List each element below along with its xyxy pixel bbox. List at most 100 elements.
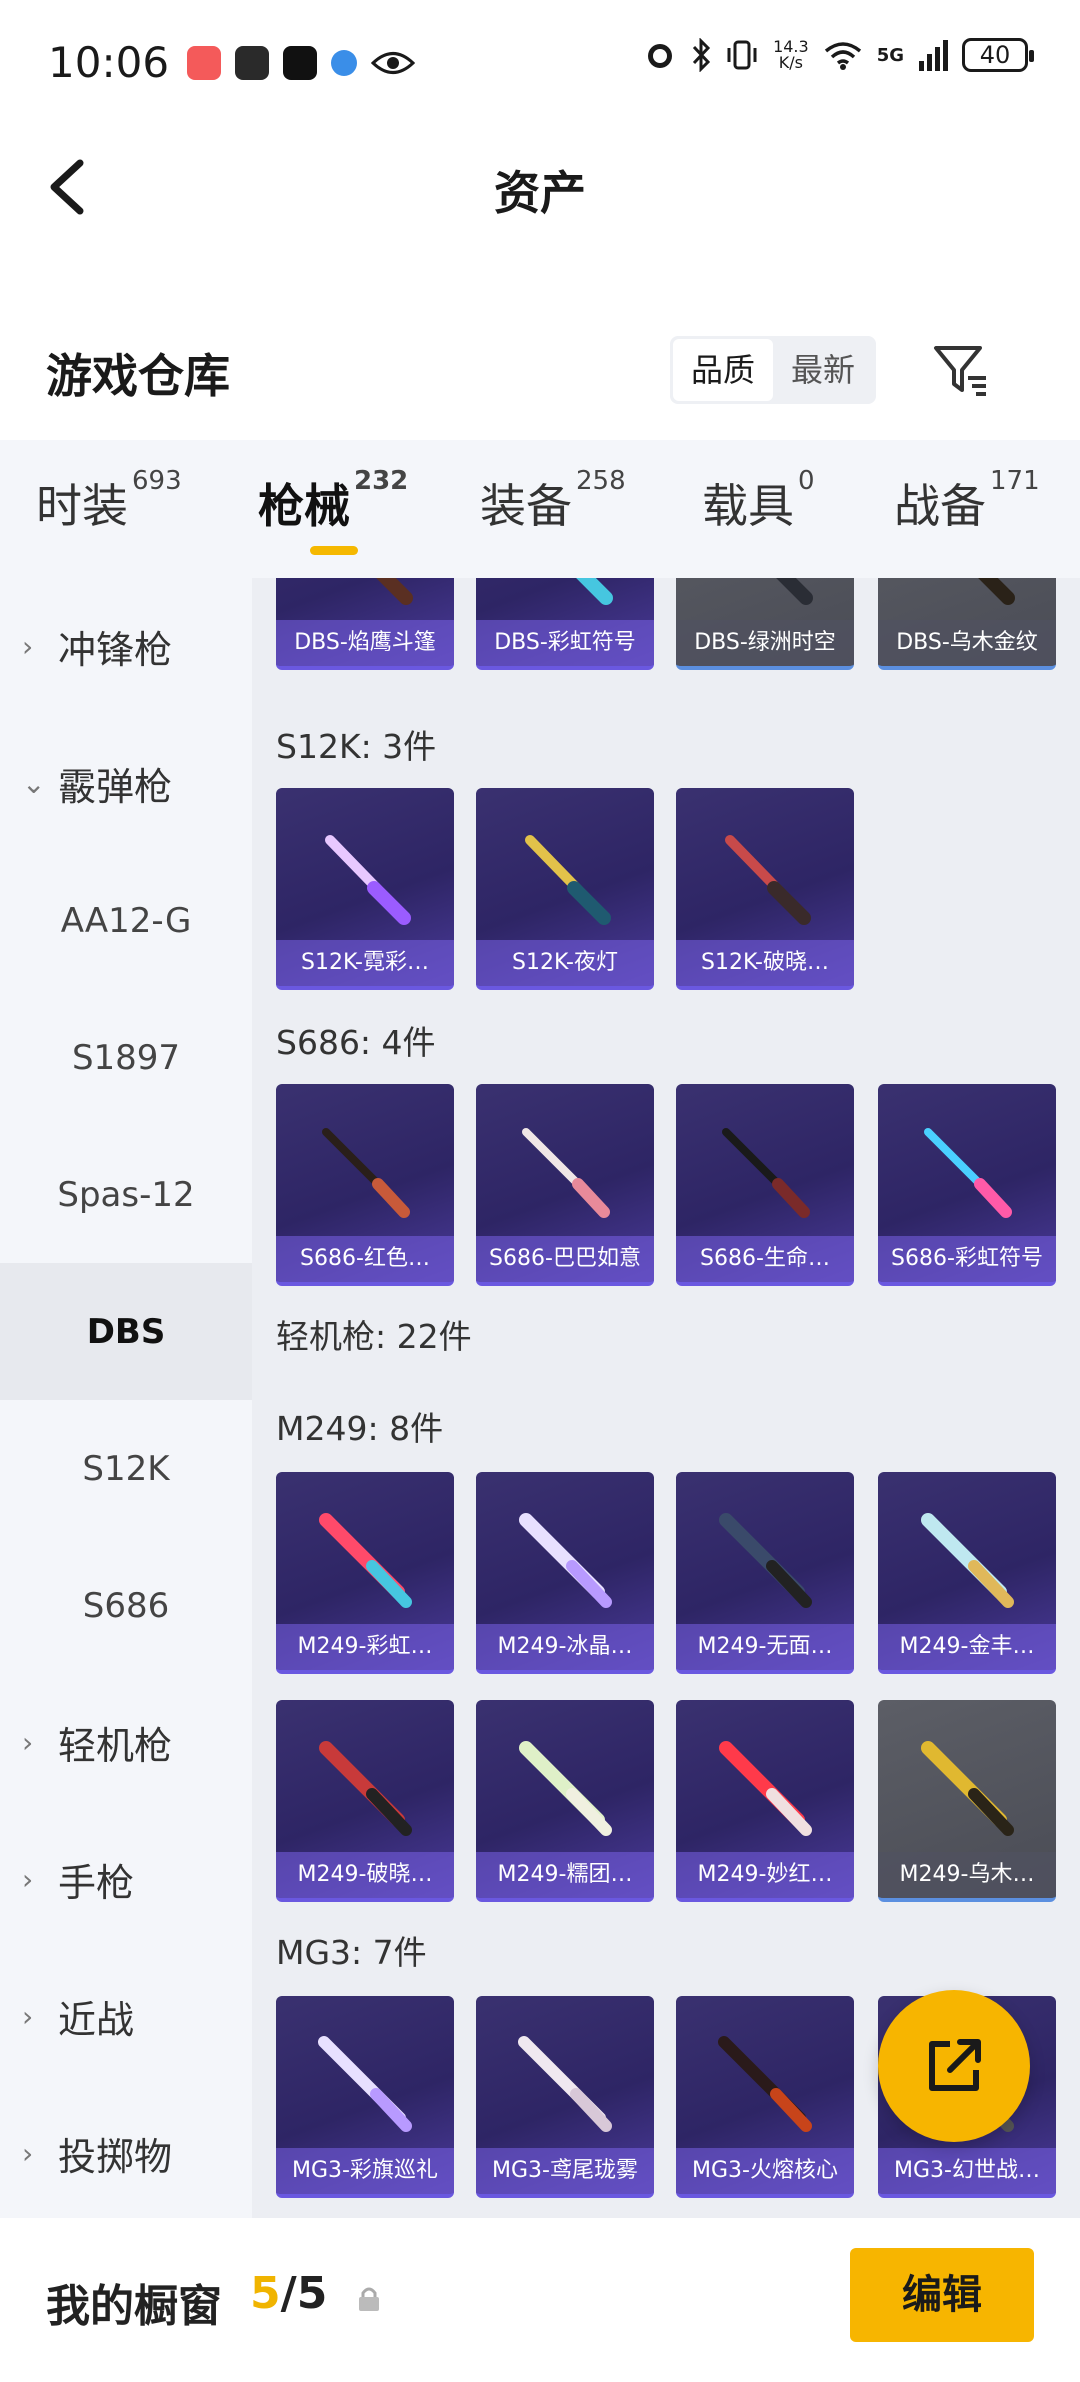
sidebar-item-smg[interactable]: › 冲锋枪 [0,578,252,715]
repo-row: 游戏仓库 品质 最新 [0,318,1080,438]
alarm-icon [648,44,673,68]
net-speed: 14.3 K/s [773,37,809,72]
status-bar: 10:06 14.3 K/s 5G 40 [0,0,1080,125]
item-card[interactable]: M249-冰晶… [476,1472,654,1674]
external-link-icon [929,2039,981,2091]
tab-vehicles[interactable]: 载具 0 [702,466,815,536]
gun-icon [319,1513,412,1608]
sidebar-item-s1897[interactable]: S1897 [0,989,252,1126]
sidebar-item-pistol[interactable]: › 手枪 [0,1811,252,1948]
chevron-right-icon: › [22,2137,34,2170]
battery-indicator: 40 [962,38,1034,72]
tab-guns[interactable]: 枪械 232 [258,466,408,536]
item-card[interactable]: M249-乌木… [878,1700,1056,1902]
item-name: DBS-焰鹰斗篷 [276,620,454,666]
item-card[interactable]: M249-糯团… [476,1700,654,1902]
item-grid: DBS-焰鹰斗篷 DBS-彩虹符号 DBS-绿洲时空 DBS-乌木金纹 S12K… [252,578,1080,2218]
item-name: M249-无面… [676,1624,854,1670]
gun-icon [725,835,811,925]
sidebar-item-aa12g[interactable]: AA12-G [0,852,252,989]
item-name: S12K-霓彩… [276,940,454,986]
sidebar-item-s12k[interactable]: S12K [0,1400,252,1537]
sort-newest-button[interactable]: 最新 [773,339,873,401]
sidebar-item-lmg[interactable]: › 轻机枪 [0,1674,252,1811]
group-label-m249: M249: 8件 [276,1409,444,1448]
item-card[interactable]: MG3-火熔核心 [676,1996,854,2198]
chevron-right-icon: › [22,2000,34,2033]
item-card[interactable]: S12K-霓彩… [276,788,454,990]
item-name: S12K-夜灯 [476,940,654,986]
chevron-down-icon: ⌄ [22,767,46,800]
share-button[interactable] [878,1990,1030,2142]
tab-fashion[interactable]: 时装 693 [36,466,182,536]
sidebar-item-dbs[interactable]: DBS [0,1263,252,1400]
item-card[interactable]: MG3-鸢尾珑雾 [476,1996,654,2198]
gun-icon [318,2036,412,2132]
item-card[interactable]: S12K-夜灯 [476,788,654,990]
gun-icon [519,1513,612,1608]
item-name: S686-生命… [676,1236,854,1282]
item-card[interactable]: S12K-破晓… [676,788,854,990]
filter-icon[interactable] [930,340,990,400]
status-time: 10:06 [48,38,170,87]
item-name: S12K-破晓… [676,940,854,986]
item-card[interactable]: M249-妙红… [676,1700,854,1902]
item-card[interactable]: DBS-彩虹符号 [476,578,654,670]
sidebar-item-spas12[interactable]: Spas-12 [0,1126,252,1263]
item-card[interactable]: M249-无面… [676,1472,854,1674]
tab-equipment[interactable]: 装备 258 [480,466,626,536]
item-name: DBS-彩虹符号 [476,620,654,666]
sidebar-item-melee[interactable]: › 近战 [0,1948,252,2085]
item-card[interactable]: S686-巴巴如意 [476,1084,654,1286]
gun-icon [921,1513,1014,1608]
item-name: MG3-彩旗巡礼 [276,2148,454,2194]
item-name: M249-乌木… [878,1852,1056,1898]
item-card[interactable]: S686-红色… [276,1084,454,1286]
item-card[interactable]: DBS-焰鹰斗篷 [276,578,454,670]
item-name: S686-彩虹符号 [878,1236,1056,1282]
item-card[interactable]: S686-彩虹符号 [878,1084,1056,1286]
vibrate-icon [727,40,757,70]
item-card[interactable]: M249-金丰… [878,1472,1056,1674]
status-indicators: 14.3 K/s 5G 40 [643,37,1034,72]
item-card[interactable]: DBS-绿洲时空 [676,578,854,670]
item-name: M249-糯团… [476,1852,654,1898]
gun-icon [924,1128,1012,1218]
sidebar-item-shotgun[interactable]: ⌄ 霰弹枪 [0,715,252,852]
item-card[interactable]: M249-破晓… [276,1700,454,1902]
sidebar-item-s686[interactable]: S686 [0,1537,252,1674]
tab-combat-gear[interactable]: 战备 171 [894,466,1040,536]
edit-button[interactable]: 编辑 [850,2248,1034,2342]
gun-icon [719,1741,812,1836]
gun-icon [322,1128,410,1218]
item-name: S686-红色… [276,1236,454,1282]
gun-icon [319,1741,412,1836]
gun-icon [525,835,611,925]
item-name: M249-金丰… [878,1624,1056,1670]
sort-quality-button[interactable]: 品质 [673,339,774,401]
group-label-lmg: 轻机枪: 22件 [276,1317,472,1356]
group-label-mg3: MG3: 7件 [276,1933,427,1972]
item-card[interactable]: S686-生命… [676,1084,854,1286]
gun-icon [776,578,813,605]
chevron-right-icon: › [22,630,34,663]
group-label-s686: S686: 4件 [276,1023,436,1062]
item-name: DBS-乌木金纹 [878,620,1056,666]
item-card[interactable]: DBS-乌木金纹 [878,578,1056,670]
eye-icon [371,51,416,74]
gun-icon [522,1128,610,1218]
signal-bars-icon [919,40,948,71]
group-label-s12k: S12K: 3件 [276,727,437,766]
sidebar-item-throwable[interactable]: › 投掷物 [0,2085,252,2222]
weapon-sidebar: › 冲锋枪 ⌄ 霰弹枪 AA12-G S1897 Spas-12 DBS S12K … [0,578,252,2218]
sort-toggle: 品质 最新 [670,336,877,404]
item-name: M249-妙红… [676,1852,854,1898]
item-card[interactable]: M249-彩虹… [276,1472,454,1674]
item-name: DBS-绿洲时空 [676,620,854,666]
showcase-label: 我的橱窗 [46,2281,222,2332]
item-card[interactable]: MG3-彩旗巡礼 [276,1996,454,2198]
gun-icon [519,1741,612,1836]
active-tab-indicator [310,546,358,555]
gun-icon [718,2036,812,2132]
chevron-right-icon: › [22,1726,34,1759]
